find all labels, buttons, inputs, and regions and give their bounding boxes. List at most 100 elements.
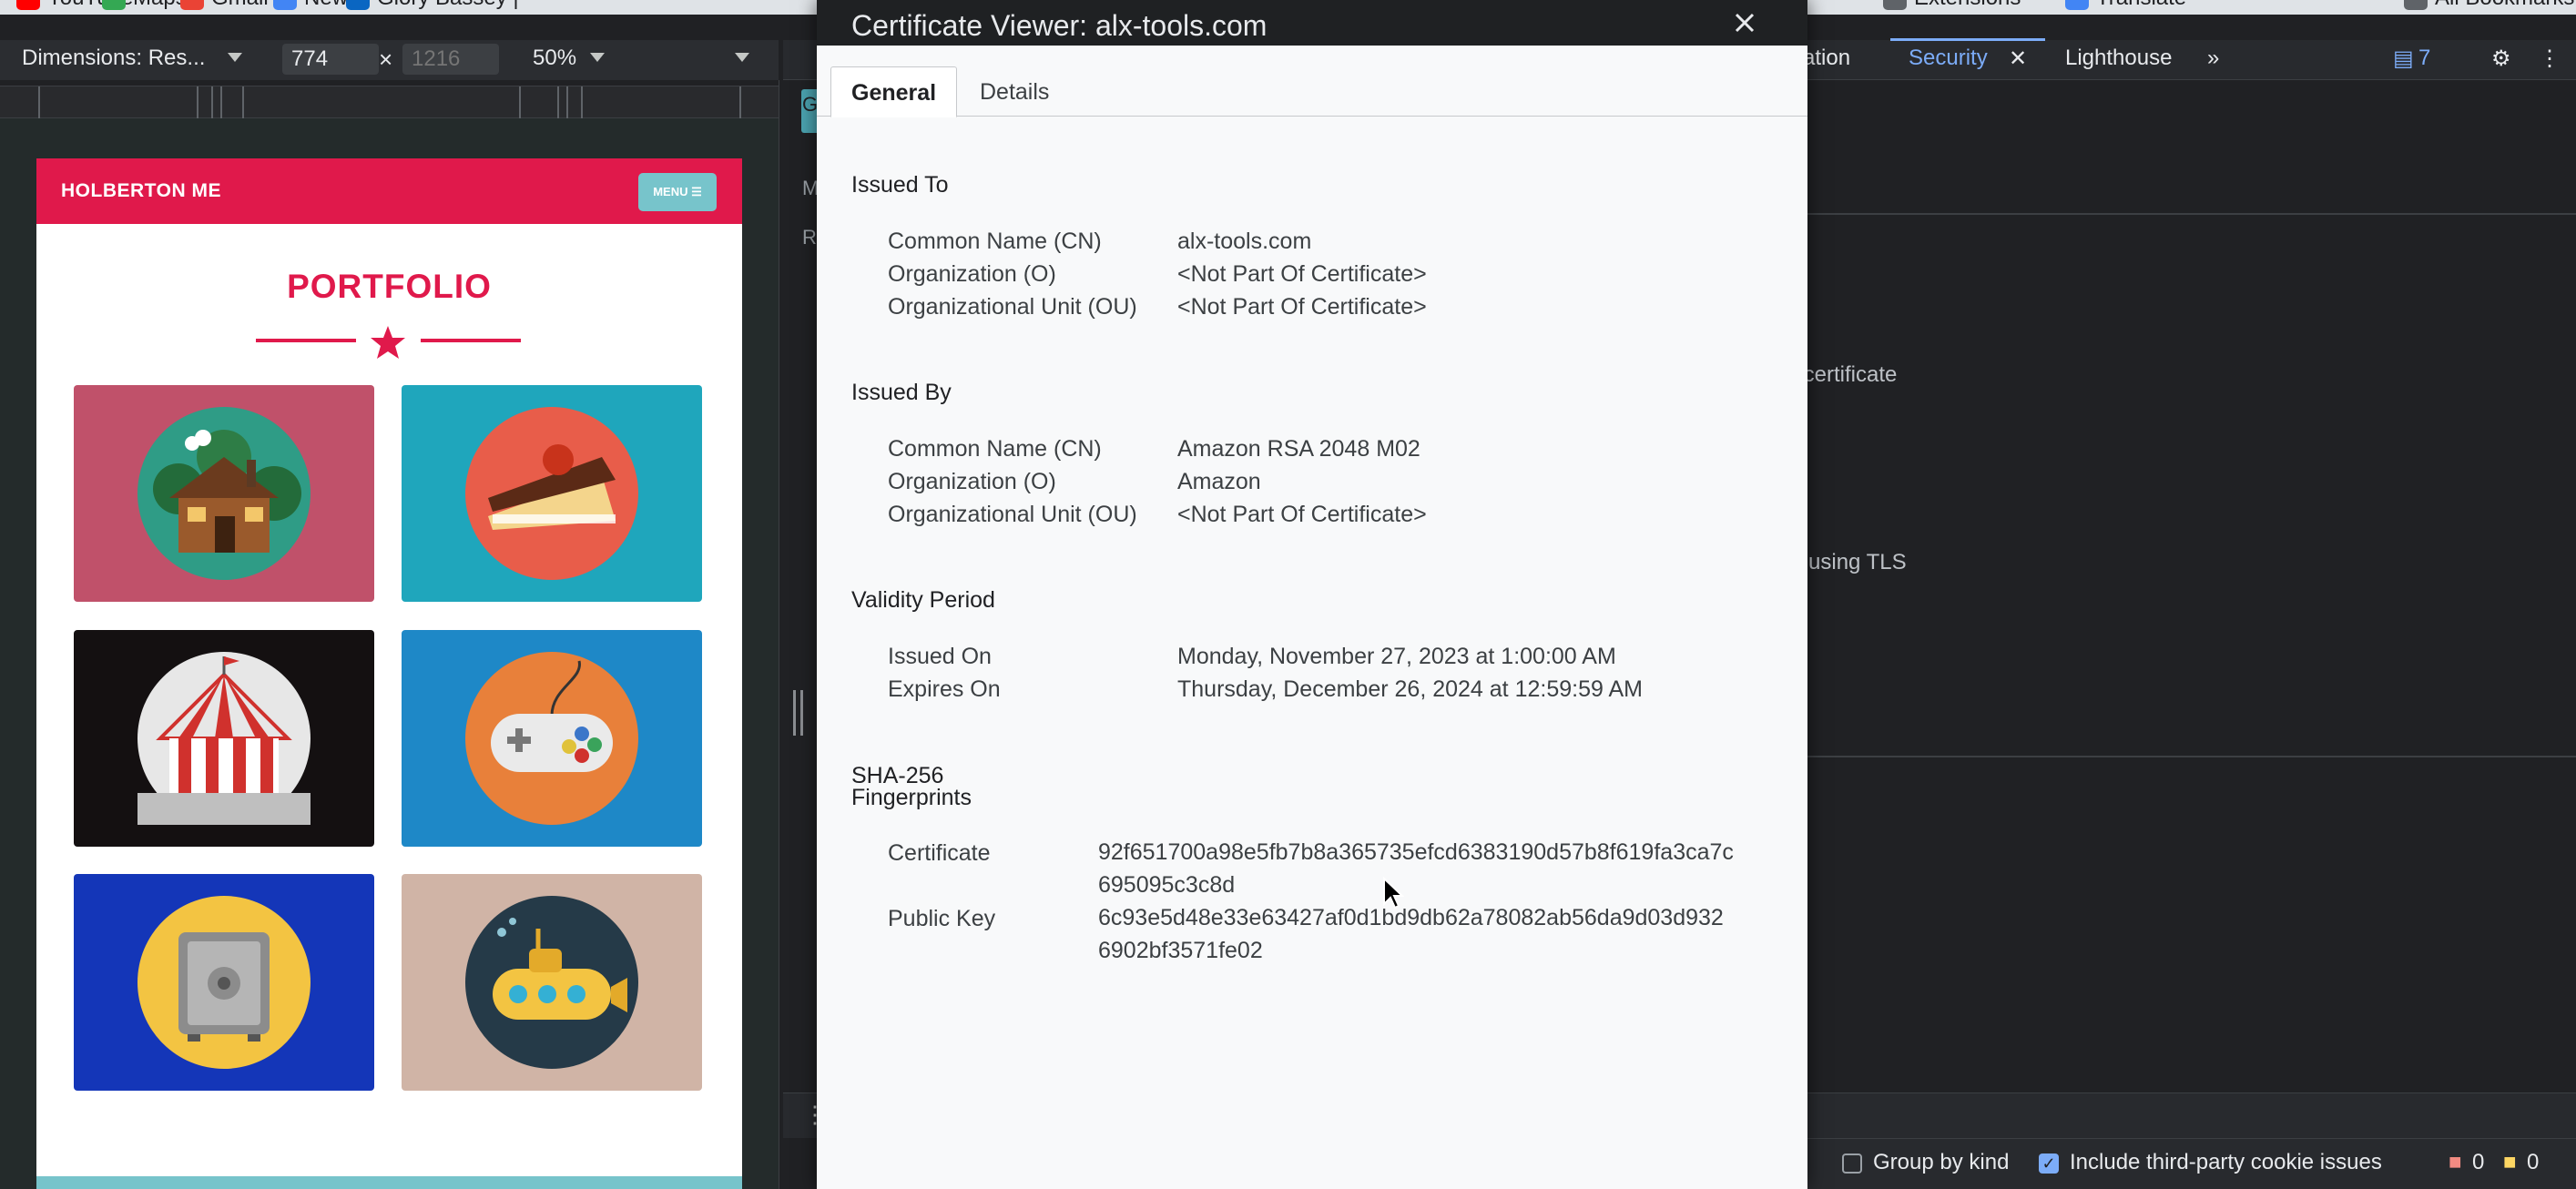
ruler-tick: [557, 86, 559, 119]
more-options-icon[interactable]: ⋮: [2539, 46, 2561, 72]
height-input[interactable]: [402, 44, 499, 75]
folder-icon: [2404, 0, 2428, 10]
chevron-down-icon[interactable]: [228, 53, 242, 62]
third-party-checkbox[interactable]: ✓: [2039, 1153, 2059, 1174]
bookmark-extensions[interactable]: Extensions: [1883, 0, 2021, 11]
site-brand[interactable]: HOLBERTON ME: [61, 180, 221, 202]
portfolio-card-gamepad[interactable]: [402, 630, 702, 847]
bookmark-label: Glory Bassey |: [377, 0, 519, 11]
public-key-fingerprint: 6902bf3571fe02: [1098, 938, 1263, 963]
cabin-icon: [137, 407, 311, 580]
chevron-down-icon[interactable]: [735, 53, 749, 62]
field-value: Amazon RSA 2048 M02: [1177, 436, 1420, 462]
maps-icon: [102, 0, 126, 10]
gamepad-icon: [465, 652, 638, 825]
device-viewport: HOLBERTON ME MENU ☰ PORTFOLIO: [0, 118, 779, 1189]
active-tab-indicator: [1890, 38, 2045, 41]
field-value: Thursday, December 26, 2024 at 12:59:59 …: [1177, 676, 1643, 702]
star-icon: [371, 326, 405, 359]
field-value: alx-tools.com: [1177, 229, 1312, 254]
youtube-icon: [16, 0, 40, 10]
bookmark-maps[interactable]: Maps: [102, 0, 187, 11]
bookmark-label: Translate: [2096, 0, 2186, 11]
certificate-tabs: General Details: [817, 46, 1807, 117]
field-label: Organizational Unit (OU): [888, 502, 1137, 527]
close-icon[interactable]: [1729, 7, 1760, 38]
field-label: Common Name (CN): [888, 229, 1102, 254]
group-by-kind-label: Group by kind: [1873, 1150, 2010, 1174]
portfolio-card-circus[interactable]: [74, 630, 374, 847]
bookmark-translate[interactable]: Translate: [2065, 0, 2186, 11]
field-value: Monday, November 27, 2023 at 1:00:00 AM: [1177, 644, 1616, 669]
bookmark-label: Extensions: [1914, 0, 2021, 11]
tab-security[interactable]: Security: [1909, 46, 1988, 71]
news-icon: [273, 0, 297, 10]
more-tabs-icon[interactable]: »: [2207, 46, 2219, 71]
security-text-fragment: d using TLS: [1790, 550, 1907, 574]
error-count: 0: [2472, 1150, 2485, 1174]
puzzle-icon: [1883, 0, 1907, 10]
close-icon[interactable]: ✕: [2009, 46, 2027, 72]
ruler-tick: [739, 86, 741, 119]
ruler-tick: [220, 86, 222, 119]
gear-icon[interactable]: ⚙: [2491, 46, 2511, 72]
field-label: Organization (O): [888, 261, 1056, 287]
field-value: Amazon: [1177, 469, 1261, 494]
splitter-grip[interactable]: [800, 690, 803, 736]
divider-line: [421, 339, 521, 342]
field-label: Certificate: [888, 840, 991, 866]
chevron-down-icon[interactable]: [590, 53, 605, 62]
section-separator: [1807, 213, 2576, 215]
divider-line: [256, 339, 356, 342]
ruler-tick: [38, 86, 40, 119]
panel-fragment: R: [802, 226, 817, 249]
zoom-dropdown[interactable]: 50%: [533, 46, 576, 71]
splitter-grip[interactable]: [793, 690, 796, 736]
bookmark-label: All Bookmarks: [2435, 0, 2574, 11]
circus-tent-icon: [137, 652, 311, 825]
field-label: Organizational Unit (OU): [888, 294, 1137, 320]
field-label: Expires On: [888, 676, 1001, 702]
issues-icon[interactable]: ▤: [2393, 46, 2414, 72]
bookmark-gmail[interactable]: Gmail: [180, 0, 269, 11]
certificate-fingerprint: 92f651700a98e5fb7b8a365735efcd6383190d57…: [1098, 839, 1734, 865]
width-input[interactable]: [282, 44, 379, 75]
tab-details[interactable]: Details: [960, 66, 1069, 117]
tab-lighthouse[interactable]: Lighthouse: [2065, 46, 2172, 71]
field-label: Public Key: [888, 906, 996, 931]
tab-general[interactable]: General: [830, 66, 958, 117]
submarine-icon: [465, 896, 638, 1069]
warning-icon: ■: [2503, 1150, 2517, 1174]
safe-icon: [137, 896, 311, 1069]
site-footer: [36, 1176, 742, 1189]
portfolio-card-cabin[interactable]: [74, 385, 374, 602]
bookmark-label: Maps: [133, 0, 187, 11]
fingerprints-heading: Fingerprints: [851, 785, 972, 810]
all-bookmarks[interactable]: All Bookmarks: [2404, 0, 2574, 11]
bookmark-glory[interactable]: Glory Bassey |: [346, 0, 519, 11]
ruler-tick: [242, 86, 244, 119]
cake-icon: [465, 407, 638, 580]
issued-by-heading: Issued By: [851, 380, 952, 405]
dimensions-dropdown[interactable]: Dimensions: Res...: [22, 46, 205, 71]
ruler-tick: [211, 86, 213, 119]
linkedin-icon: [346, 0, 370, 10]
issues-count[interactable]: 7: [2418, 46, 2430, 71]
portfolio-card-cake[interactable]: [402, 385, 702, 602]
menu-button[interactable]: MENU ☰: [638, 173, 717, 211]
ruler-tick: [581, 86, 583, 119]
security-panel: [1807, 80, 2576, 1092]
site-header: HOLBERTON ME MENU ☰: [36, 158, 742, 224]
bookmark-label: Gmail: [211, 0, 269, 11]
third-party-label: Include third-party cookie issues: [2070, 1150, 2382, 1174]
issues-toolbar: Group by kind ✓ Include third-party cook…: [1807, 1138, 2576, 1189]
gmail-icon: [180, 0, 204, 10]
error-icon: ■: [2449, 1150, 2462, 1174]
portfolio-title: PORTFOLIO: [287, 268, 492, 305]
group-by-kind-checkbox[interactable]: [1842, 1153, 1862, 1174]
certificate-viewer-dialog: Certificate Viewer: alx-tools.com Genera…: [817, 0, 1807, 1189]
translate-icon: [2065, 0, 2089, 10]
media-query-ruler: [0, 86, 779, 119]
portfolio-card-submarine[interactable]: [402, 874, 702, 1091]
portfolio-card-safe[interactable]: [74, 874, 374, 1091]
